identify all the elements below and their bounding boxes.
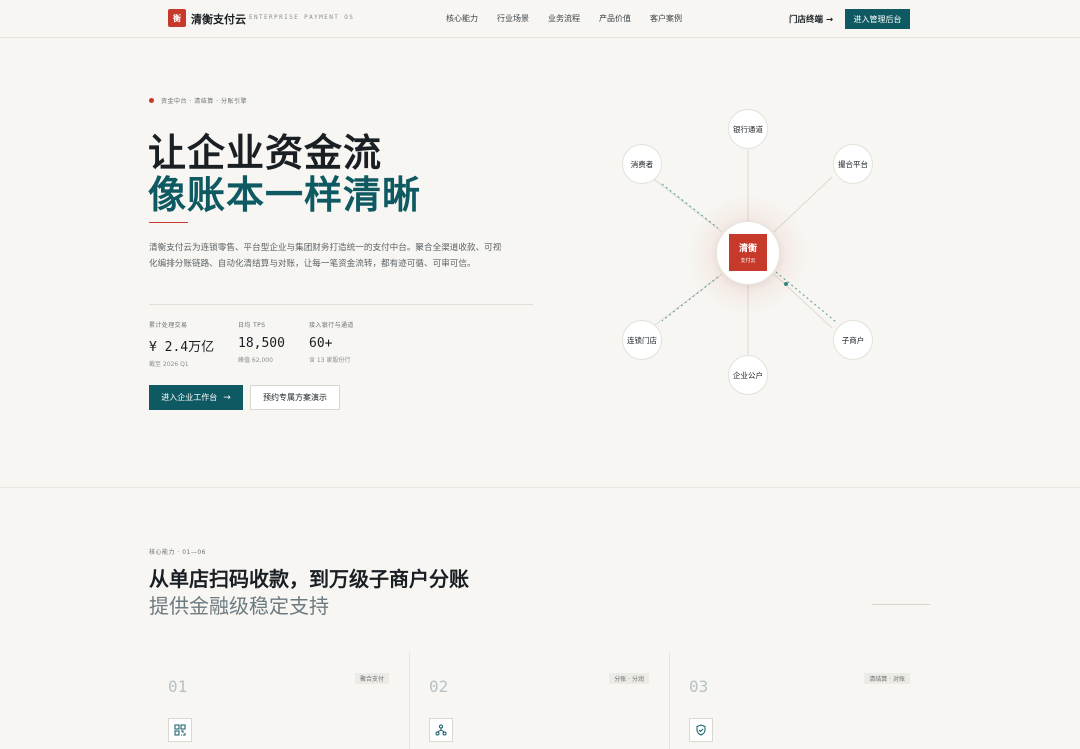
nav-link-industries[interactable]: 行业场景 xyxy=(497,13,529,24)
node-chain-store[interactable]: 连锁门店 xyxy=(622,320,662,360)
hero-eyebrow: 资金中台 · 清结算 · 分账引擎 xyxy=(149,96,247,105)
section-divider xyxy=(0,487,1080,488)
stat-value: 18,500 xyxy=(238,336,285,351)
qr-code-icon xyxy=(168,718,192,742)
center-logo-title: 清衡 xyxy=(738,244,757,254)
shield-check-icon xyxy=(689,718,713,742)
stat-note: 峰值 62,000 xyxy=(238,357,273,364)
center-logo[interactable]: 清衡 支付云 xyxy=(729,234,767,271)
stat-label: 日均 TPS xyxy=(238,322,266,329)
card-separator xyxy=(409,652,410,749)
stat-note: 含 13 家股份行 xyxy=(309,357,351,364)
nav-link-process[interactable]: 业务流程 xyxy=(548,13,580,24)
section-accent-rule xyxy=(872,604,930,605)
card-number: 02 xyxy=(429,677,449,696)
brand-logo[interactable]: 衡 xyxy=(168,9,186,27)
store-terminal-link[interactable]: 门店终端 → xyxy=(789,13,833,25)
red-dot-icon xyxy=(149,98,154,103)
node-consumer[interactable]: 消费者 xyxy=(622,144,662,184)
stat-label: 累计处理交易 xyxy=(149,322,188,329)
section-title-line2: 提供金融级稳定支持 xyxy=(149,594,329,618)
top-nav: 衡 清衡支付云 ENTERPRISE PAYMENT OS 核心能力 行业场景 … xyxy=(0,0,1080,38)
hero-title-line2: 像账本一样清晰 xyxy=(148,173,422,217)
arrow-right-icon: → xyxy=(223,392,231,403)
stat-total-volume: 累计处理交易 ¥ 2.4万亿 截至 2026 Q1 xyxy=(149,320,214,368)
card-tag: 清结算 · 对账 xyxy=(864,673,910,684)
node-bank-channel[interactable]: 银行通道 xyxy=(728,109,768,149)
fund-flow-diagram: 清衡 支付云 银行通道 消费者 撮合平台 连锁门店 子商户 企业公户 xyxy=(600,100,900,410)
nav-link-value[interactable]: 产品价值 xyxy=(599,13,631,24)
hero-description: 清衡支付云为连锁零售、平台型企业与集团财务打造统一的支付中台。聚合全渠道收款、可… xyxy=(149,243,502,269)
brand-tagline: ENTERPRISE PAYMENT OS xyxy=(249,14,355,21)
stat-value: 60+ xyxy=(309,336,333,351)
enter-workspace-button[interactable]: 进入企业工作台 → xyxy=(149,385,243,410)
enter-workspace-label: 进入企业工作台 xyxy=(161,393,218,402)
card-separator xyxy=(669,652,670,749)
stat-bank-channels: 接入银行与通道 60+ 含 13 家股份行 xyxy=(309,320,354,364)
nav-links: 核心能力 行业场景 业务流程 产品价值 客户案例 xyxy=(446,13,682,24)
stat-value: ¥ 2.4万亿 xyxy=(149,340,215,355)
admin-console-button[interactable]: 进入管理后台 xyxy=(845,9,910,29)
card-tag: 分账 · 分润 xyxy=(609,673,649,684)
split-tree-icon xyxy=(429,718,453,742)
node-sub-merchant[interactable]: 子商户 xyxy=(833,320,873,360)
center-logo-sub: 支付云 xyxy=(740,258,756,264)
card-tag: 聚合支付 xyxy=(354,673,389,684)
nav-link-cases[interactable]: 客户案例 xyxy=(650,13,682,24)
node-platform[interactable]: 撮合平台 xyxy=(833,144,873,184)
stats-divider xyxy=(149,304,533,305)
hero-eyebrow-text: 资金中台 · 清结算 · 分账引擎 xyxy=(161,98,247,105)
nav-link-capabilities[interactable]: 核心能力 xyxy=(446,13,478,24)
section-eyebrow: 核心能力 · 01—06 xyxy=(149,549,206,556)
card-number: 03 xyxy=(689,677,709,696)
stat-note: 截至 2026 Q1 xyxy=(149,361,189,368)
section-title-line1: 从单店扫码收款，到万级子商户分账 xyxy=(149,567,469,591)
card-number: 01 xyxy=(168,677,188,696)
stat-daily-tps: 日均 TPS 18,500 峰值 62,000 xyxy=(238,320,285,364)
book-demo-button[interactable]: 预约专属方案演示 xyxy=(250,385,340,410)
accent-divider xyxy=(149,222,188,223)
brand-name[interactable]: 清衡支付云 xyxy=(191,11,246,27)
stat-label: 接入银行与通道 xyxy=(309,322,354,329)
node-corporate-account[interactable]: 企业公户 xyxy=(728,355,768,395)
